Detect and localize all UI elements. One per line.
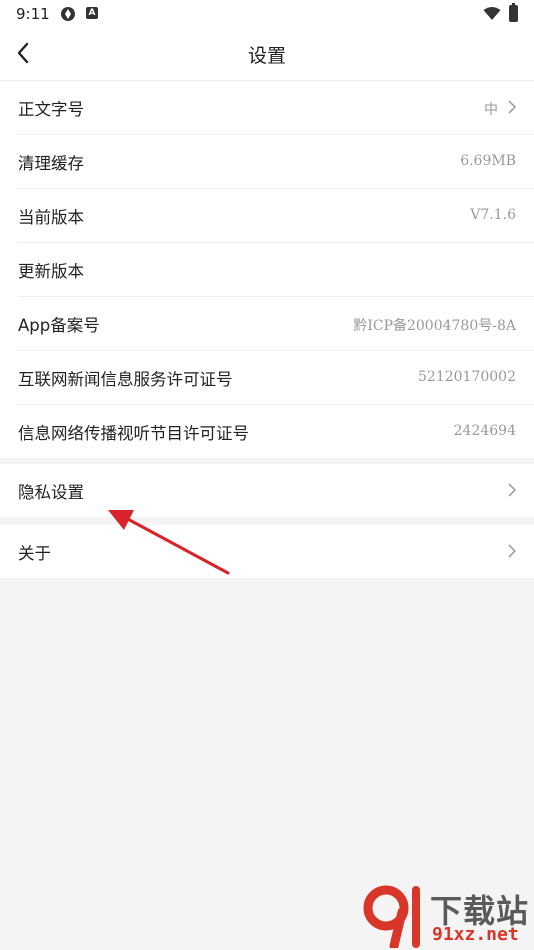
setting-row-about[interactable]: 关于 (18, 525, 534, 578)
battery-icon (509, 3, 518, 22)
setting-label: 信息网络传播视听节目许可证号 (18, 424, 249, 443)
status-bar: 9:11 A (0, 0, 534, 28)
setting-label: 互联网新闻信息服务许可证号 (18, 370, 233, 389)
setting-row-update-version[interactable]: 更新版本 (18, 243, 534, 297)
settings-group-about: 关于 (0, 525, 534, 578)
wifi-icon (483, 7, 501, 20)
setting-value: 6.69MB (460, 153, 516, 169)
setting-value: 2424694 (453, 423, 516, 439)
setting-row-current-version[interactable]: 当前版本 V7.1.6 (18, 189, 534, 243)
chevron-right-icon (508, 544, 517, 558)
setting-label: App备案号 (18, 316, 100, 335)
settings-group-general: 正文字号 中 清理缓存 6.69MB 当前版本 V7.1.6 更新版本 App备… (0, 81, 534, 458)
setting-value: 黔ICP备20004780号-8A (353, 318, 516, 334)
setting-row-privacy[interactable]: 隐私设置 (18, 464, 534, 517)
chevron-right-icon (508, 100, 517, 114)
page-title: 设置 (247, 45, 286, 67)
setting-label: 更新版本 (18, 262, 84, 281)
setting-label: 正文字号 (18, 100, 84, 119)
nav-bar: 设置 (0, 28, 534, 81)
watermark-logo-icon (363, 885, 420, 948)
setting-label: 隐私设置 (18, 483, 84, 502)
setting-row-news-license[interactable]: 互联网新闻信息服务许可证号 52120170002 (18, 351, 534, 405)
setting-value: V7.1.6 (470, 207, 516, 223)
aperture-icon (61, 7, 75, 21)
status-time: 9:11 (16, 5, 50, 23)
setting-label: 关于 (18, 544, 51, 563)
setting-row-clear-cache[interactable]: 清理缓存 6.69MB (18, 135, 534, 189)
setting-row-font-size[interactable]: 正文字号 中 (18, 81, 534, 135)
setting-row-app-record[interactable]: App备案号 黔ICP备20004780号-8A (18, 297, 534, 351)
a-badge-icon: A (86, 7, 98, 19)
setting-value: 52120170002 (418, 369, 516, 385)
settings-group-privacy: 隐私设置 (0, 464, 534, 517)
setting-value: 中 (484, 102, 498, 118)
setting-label: 当前版本 (18, 208, 84, 227)
setting-row-av-license[interactable]: 信息网络传播视听节目许可证号 2424694 (18, 405, 534, 458)
watermark: 下载站 91xz.net (360, 884, 530, 948)
watermark-text-bottom: 91xz.net (432, 924, 519, 945)
chevron-right-icon (508, 483, 517, 497)
setting-label: 清理缓存 (18, 154, 84, 173)
